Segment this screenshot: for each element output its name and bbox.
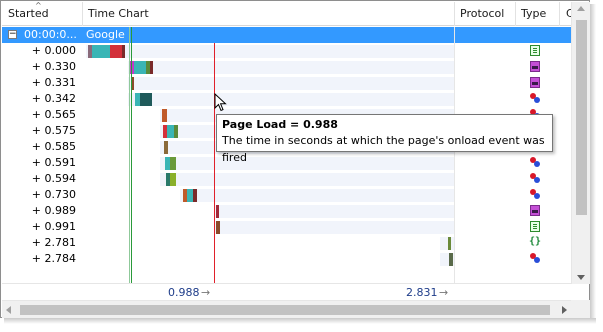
vertical-scrollbar[interactable] (571, 2, 590, 284)
column-header: Started ^ Time Chart Protocol Type C (2, 2, 571, 26)
timing-segment[interactable] (449, 253, 453, 266)
horizontal-scroll-thumb[interactable] (20, 305, 550, 315)
row-started-time: + 0.594 (31, 172, 76, 185)
marker-arrow-icon: → (439, 286, 449, 299)
timing-segment[interactable] (193, 189, 197, 202)
row-started-time: + 0.331 (31, 76, 76, 89)
request-row[interactable]: + 0.991 (2, 219, 571, 235)
dom-loaded-line (131, 27, 132, 283)
request-row[interactable]: + 0.989 (2, 203, 571, 219)
timing-segment[interactable] (164, 141, 168, 154)
timing-segment[interactable] (134, 61, 146, 74)
timing-segment[interactable] (92, 45, 110, 58)
scroll-down-icon[interactable] (577, 275, 585, 280)
mouse-pointer-icon (214, 93, 227, 112)
timing-segment[interactable] (167, 125, 174, 138)
group-started: 00:00:0... (24, 28, 77, 41)
timeline-lane (214, 205, 454, 218)
collapse-icon[interactable]: − (8, 30, 17, 39)
horizontal-scrollbar[interactable] (2, 300, 571, 318)
row-started-time: + 0.565 (31, 108, 76, 121)
page-load-marker-label: 0.988 (168, 286, 200, 299)
page-load-line[interactable] (214, 43, 215, 300)
request-row[interactable]: + 0.342 (2, 91, 571, 107)
stylesheet-icon (530, 77, 540, 88)
timing-segment[interactable] (216, 221, 220, 234)
image-icon (530, 189, 541, 200)
json-icon: {} (529, 236, 542, 247)
column-type[interactable]: Type (515, 2, 559, 26)
end-marker-label: 2.831 (406, 286, 438, 299)
scroll-up-icon[interactable] (577, 6, 585, 11)
timeline-lane (86, 45, 454, 58)
scroll-left-icon[interactable] (6, 306, 11, 314)
timeline-lane (128, 77, 454, 90)
html-document-icon (530, 45, 540, 56)
row-started-time: + 2.784 (31, 252, 76, 265)
page-load-tooltip: Page Load = 0.988 The time in seconds at… (216, 114, 553, 164)
row-started-time: + 0.591 (31, 156, 76, 169)
scrollbar-corner (571, 300, 590, 318)
column-time-chart-label: Time Chart (88, 7, 149, 20)
window-shadow-bottom (4, 318, 596, 324)
request-row[interactable]: + 0.594 (2, 171, 571, 187)
vertical-scroll-thumb[interactable] (576, 20, 587, 215)
timeline-lane (128, 61, 454, 74)
window-shadow-right (590, 4, 596, 322)
timeline-lane (214, 221, 454, 234)
request-row[interactable]: + 0.331 (2, 75, 571, 91)
timing-segment[interactable] (174, 125, 178, 138)
image-icon (530, 93, 541, 104)
timing-segment[interactable] (216, 205, 219, 218)
sort-ascending-icon: ^ (35, 1, 42, 10)
group-name: Google (86, 28, 125, 41)
timeline-lane (180, 189, 454, 202)
timing-segment[interactable] (162, 109, 167, 122)
request-row[interactable]: + 0.330 (2, 59, 571, 75)
timeline-lane (440, 237, 454, 250)
marker-arrow-icon: → (201, 286, 211, 299)
group-row-google[interactable]: − 00:00:0... Google (2, 27, 571, 43)
row-started-time: + 0.585 (31, 140, 76, 153)
timing-segment[interactable] (122, 45, 125, 58)
column-extra[interactable]: C (559, 2, 571, 26)
column-protocol[interactable]: Protocol (454, 2, 515, 26)
row-started-time: + 2.781 (31, 236, 76, 249)
scroll-right-icon[interactable] (562, 306, 567, 314)
column-time-chart[interactable]: Time Chart (82, 2, 454, 26)
row-started-time: + 0.330 (31, 60, 76, 73)
request-row[interactable]: + 2.781 {} (2, 235, 571, 251)
time-axis-footer: 0.988 → 2.831 → (2, 283, 571, 300)
timing-segment[interactable] (140, 93, 152, 106)
image-icon (530, 253, 541, 264)
row-started-time: + 0.000 (31, 44, 76, 57)
column-started-label: Started (8, 7, 49, 20)
request-row[interactable]: + 0.730 (2, 187, 571, 203)
row-started-time: + 0.989 (31, 204, 76, 217)
row-started-time: + 0.575 (31, 124, 76, 137)
request-row[interactable]: + 0.000 (2, 43, 571, 59)
request-row[interactable]: + 2.784 (2, 251, 571, 267)
row-started-time: + 0.730 (31, 188, 76, 201)
timing-segment[interactable] (150, 61, 153, 74)
tooltip-body: The time in seconds at which the page's … (222, 134, 545, 164)
html-document-icon (530, 221, 540, 232)
row-started-time: + 0.991 (31, 220, 76, 233)
stylesheet-icon (530, 61, 540, 72)
image-icon (530, 173, 541, 184)
column-started[interactable]: Started (2, 2, 82, 26)
tooltip-title: Page Load = 0.988 (222, 118, 338, 131)
column-protocol-label: Protocol (460, 7, 505, 20)
stylesheet-icon (530, 205, 540, 216)
timing-segment[interactable] (110, 45, 122, 58)
timeline-lane (128, 93, 454, 106)
timeline-lane (160, 173, 454, 186)
dom-interactive-line (129, 27, 130, 283)
column-type-label: Type (521, 7, 547, 20)
timing-segment[interactable] (170, 173, 176, 186)
row-started-time: + 0.342 (31, 92, 76, 105)
timing-segment[interactable] (170, 157, 176, 170)
timing-segment[interactable] (448, 237, 451, 250)
